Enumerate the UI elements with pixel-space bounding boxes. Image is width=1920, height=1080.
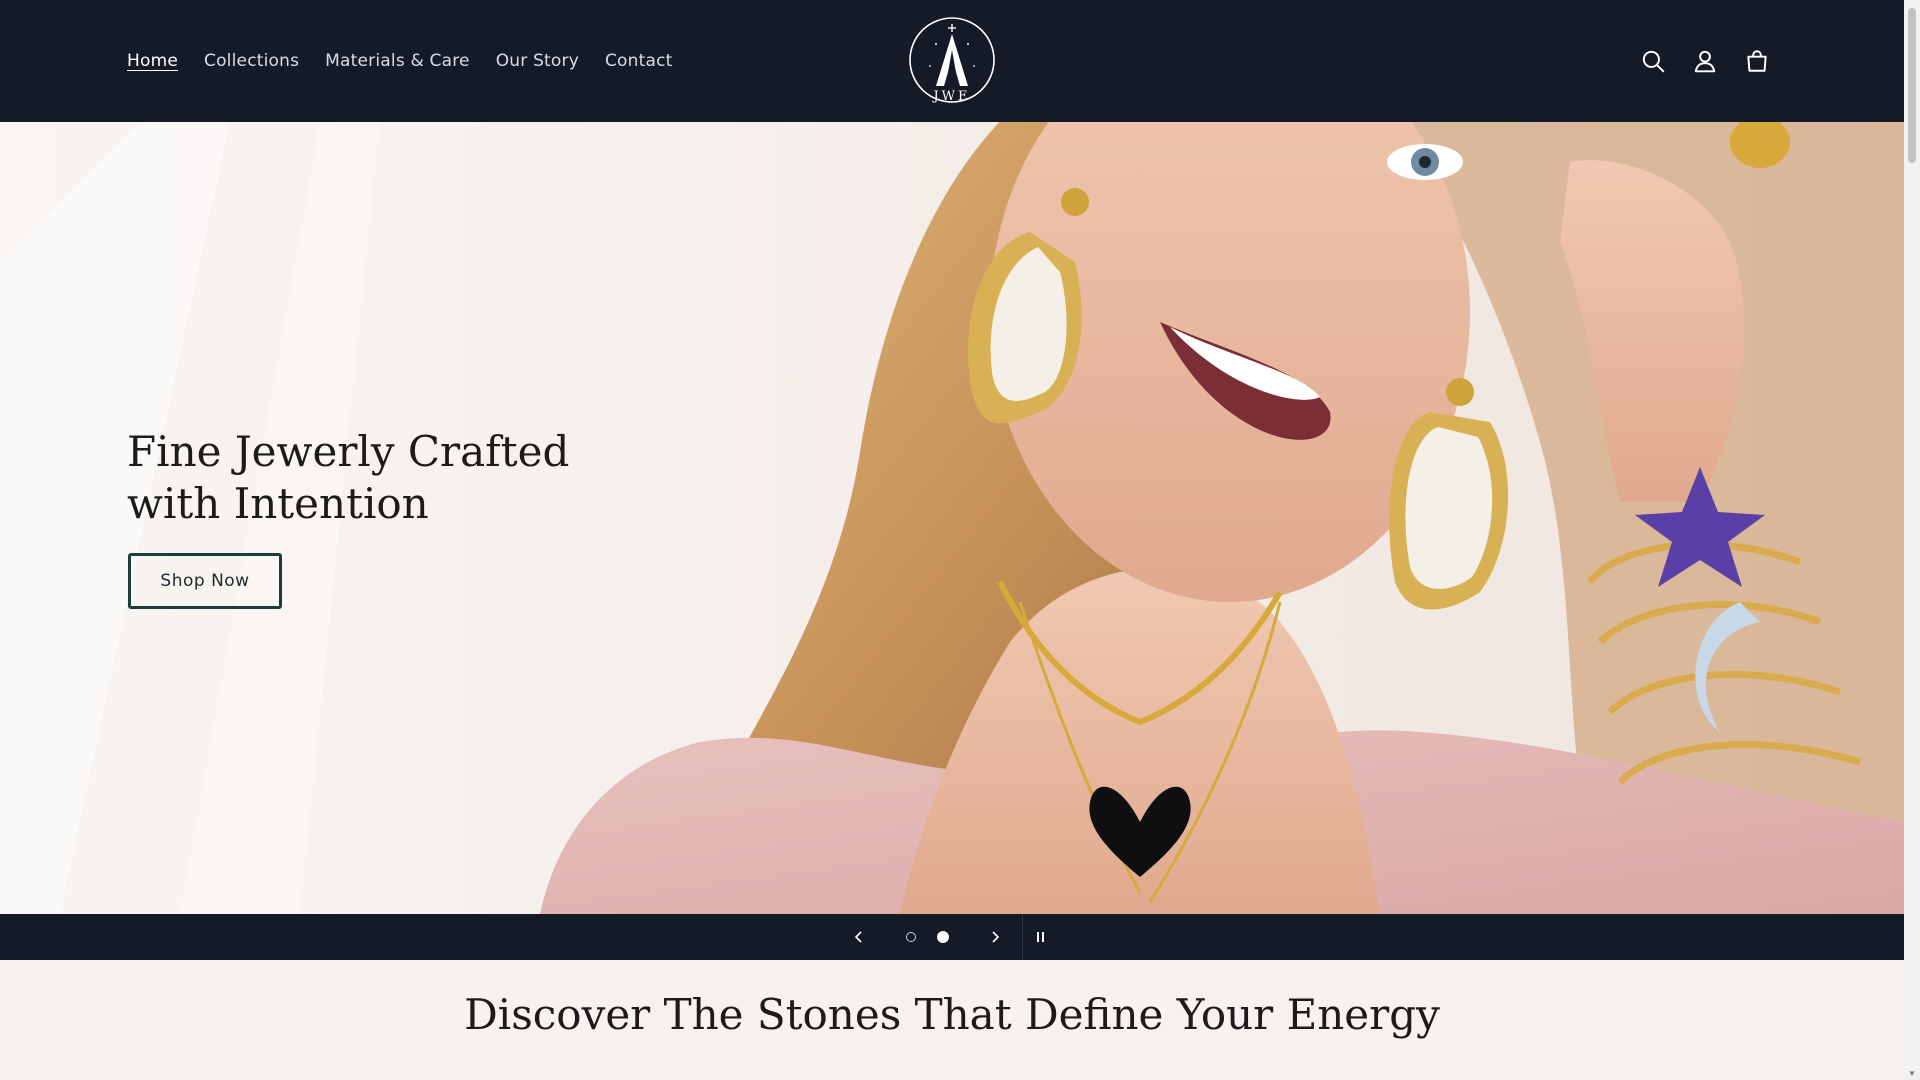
site-header: Home Collections Materials & Care Our St…: [0, 0, 1904, 122]
stones-section-heading: Discover The Stones That Define Your Ene…: [464, 990, 1440, 1039]
brand-logo-text: JWE: [931, 89, 970, 104]
hero-heading-line2: with Intention: [127, 479, 429, 528]
nav-item-materials-care[interactable]: Materials & Care: [325, 51, 470, 71]
header-actions: [1640, 0, 1770, 122]
chevron-right-icon: [992, 931, 1000, 943]
previous-slide-button[interactable]: [846, 914, 872, 960]
scroll-down-arrow-icon[interactable]: ▼: [1908, 1070, 1916, 1078]
hero-heading: Fine Jewerly Crafted with Intention: [127, 426, 647, 530]
slide-dot-2[interactable]: [932, 914, 954, 960]
slideshow-controls: [0, 914, 1904, 960]
shop-now-button[interactable]: Shop Now: [128, 553, 282, 609]
controls-divider: [1022, 914, 1023, 960]
pause-icon: [1037, 932, 1044, 942]
hero-banner: Fine Jewerly Crafted with Intention Shop…: [0, 122, 1904, 914]
nav-item-home[interactable]: Home: [127, 51, 178, 71]
nav-item-collections[interactable]: Collections: [204, 51, 299, 71]
chevron-left-icon: [854, 931, 862, 943]
cart-icon[interactable]: [1744, 48, 1770, 74]
slide-indicator-1: [906, 932, 916, 942]
brand-logo[interactable]: JWE: [906, 14, 998, 108]
slide-dot-1[interactable]: [900, 914, 922, 960]
scrollbar-thumb[interactable]: [1908, 8, 1916, 163]
nav-item-our-story[interactable]: Our Story: [496, 51, 579, 71]
search-icon[interactable]: [1640, 48, 1666, 74]
main-nav: Home Collections Materials & Care Our St…: [127, 0, 673, 122]
account-icon[interactable]: [1692, 48, 1718, 74]
hero-heading-line1: Fine Jewerly Crafted: [127, 427, 570, 476]
nav-item-contact[interactable]: Contact: [605, 51, 673, 71]
slide-indicator-2: [937, 931, 949, 943]
pause-slideshow-button[interactable]: [1030, 914, 1052, 960]
next-slide-button[interactable]: [982, 914, 1008, 960]
